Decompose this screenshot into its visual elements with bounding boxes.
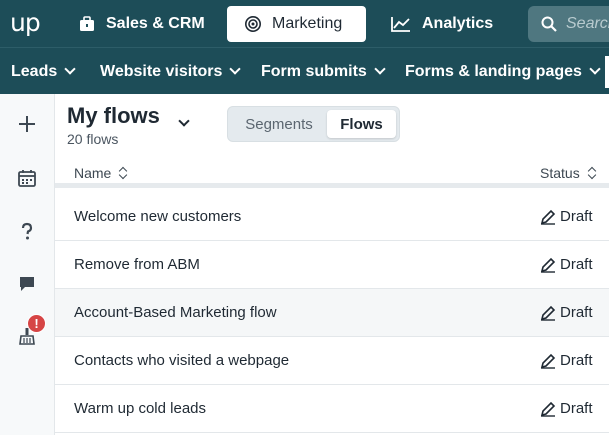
flow-status: Draft xyxy=(540,304,593,321)
chat-icon xyxy=(20,277,34,291)
subnav-website-visitors[interactable]: Website visitors xyxy=(100,48,242,95)
chart-line-icon xyxy=(390,15,412,33)
column-label: Name xyxy=(74,165,112,181)
subnav-label: Leads xyxy=(11,62,58,80)
status-label: Draft xyxy=(560,208,593,225)
column-label: Status xyxy=(540,165,580,181)
subnav-label: Forms & landing pages xyxy=(405,62,582,80)
sub-navigation: Leads Website visitors Form submits Form… xyxy=(0,47,609,94)
flow-status: Draft xyxy=(540,400,593,417)
alert-badge: ! xyxy=(27,314,46,333)
main-content: My flows 20 flows Segments Flows Name St… xyxy=(55,94,609,435)
chat-button[interactable] xyxy=(13,270,41,298)
briefcase-icon xyxy=(78,15,96,33)
help-icon xyxy=(21,222,33,240)
pencil-icon xyxy=(540,353,556,369)
table-row[interactable]: Remove from ABM Draft xyxy=(55,241,609,289)
subnav-forms-landing-pages[interactable]: Forms & landing pages xyxy=(405,48,601,95)
calendar-icon xyxy=(18,170,36,187)
table-header: Name Status xyxy=(55,160,609,188)
left-rail: ! xyxy=(0,94,55,435)
tab-label: Sales & CRM xyxy=(106,15,205,32)
chevron-down-icon xyxy=(374,63,386,75)
pencil-icon xyxy=(540,401,556,417)
status-label: Draft xyxy=(560,256,593,273)
app-logo[interactable]: up xyxy=(10,8,41,37)
table-row[interactable]: Warm up cold leads Draft xyxy=(55,385,609,433)
status-label: Draft xyxy=(560,400,593,417)
top-bar: up Sales & CRM Marketing Analytics Searc xyxy=(0,0,609,47)
pencil-icon xyxy=(540,257,556,273)
flow-name[interactable]: Warm up cold leads xyxy=(74,400,206,417)
column-name-header[interactable]: Name xyxy=(74,165,127,181)
pencil-icon xyxy=(540,305,556,321)
chevron-down-icon xyxy=(589,63,601,75)
segment-segments[interactable]: Segments xyxy=(231,110,327,138)
tab-marketing[interactable]: Marketing xyxy=(227,6,366,42)
target-icon xyxy=(244,15,262,33)
calendar-button[interactable] xyxy=(13,164,41,192)
page-title: My flows xyxy=(67,103,160,128)
search-box[interactable]: Search xyxy=(528,6,609,42)
flow-name[interactable]: Remove from ABM xyxy=(74,256,200,273)
subnav-form-submits[interactable]: Form submits xyxy=(261,48,386,95)
tab-label: Analytics xyxy=(422,15,494,32)
subnav-overflow-edge xyxy=(605,56,609,88)
chevron-down-icon[interactable] xyxy=(178,115,190,127)
cleanup-button[interactable]: ! xyxy=(13,314,46,350)
sort-icon xyxy=(119,167,127,179)
subnav-label: Form submits xyxy=(261,62,367,80)
flow-status: Draft xyxy=(540,208,593,225)
chevron-down-icon xyxy=(229,63,242,75)
flow-name[interactable]: Contacts who visited a webpage xyxy=(74,352,289,369)
sort-icon xyxy=(588,167,596,179)
segment-flows[interactable]: Flows xyxy=(327,110,396,138)
pencil-icon xyxy=(540,209,556,225)
table-row[interactable]: Account-Based Marketing flow Draft xyxy=(55,289,609,337)
subnav-leads[interactable]: Leads xyxy=(11,48,76,95)
table-row[interactable]: Welcome new customers Draft xyxy=(55,193,609,241)
flow-count: 20 flows xyxy=(67,131,119,147)
create-button[interactable] xyxy=(13,110,41,138)
tab-label: Marketing xyxy=(272,15,343,32)
status-label: Draft xyxy=(560,304,593,321)
column-status-header[interactable]: Status xyxy=(540,165,596,181)
tab-analytics[interactable]: Analytics xyxy=(390,6,493,42)
search-placeholder: Search xyxy=(566,15,609,32)
flow-name[interactable]: Welcome new customers xyxy=(74,208,241,225)
subnav-label: Website visitors xyxy=(100,62,223,80)
chevron-down-icon xyxy=(64,63,76,75)
flow-name[interactable]: Account-Based Marketing flow xyxy=(74,304,277,321)
help-button[interactable] xyxy=(13,217,41,245)
search-icon xyxy=(540,15,558,33)
tab-sales-crm[interactable]: Sales & CRM xyxy=(78,6,205,42)
status-label: Draft xyxy=(560,352,593,369)
view-toggle: Segments Flows xyxy=(227,106,400,142)
flow-status: Draft xyxy=(540,256,593,273)
flow-status: Draft xyxy=(540,352,593,369)
plus-icon xyxy=(19,116,35,132)
table-row[interactable]: Contacts who visited a webpage Draft xyxy=(55,337,609,385)
